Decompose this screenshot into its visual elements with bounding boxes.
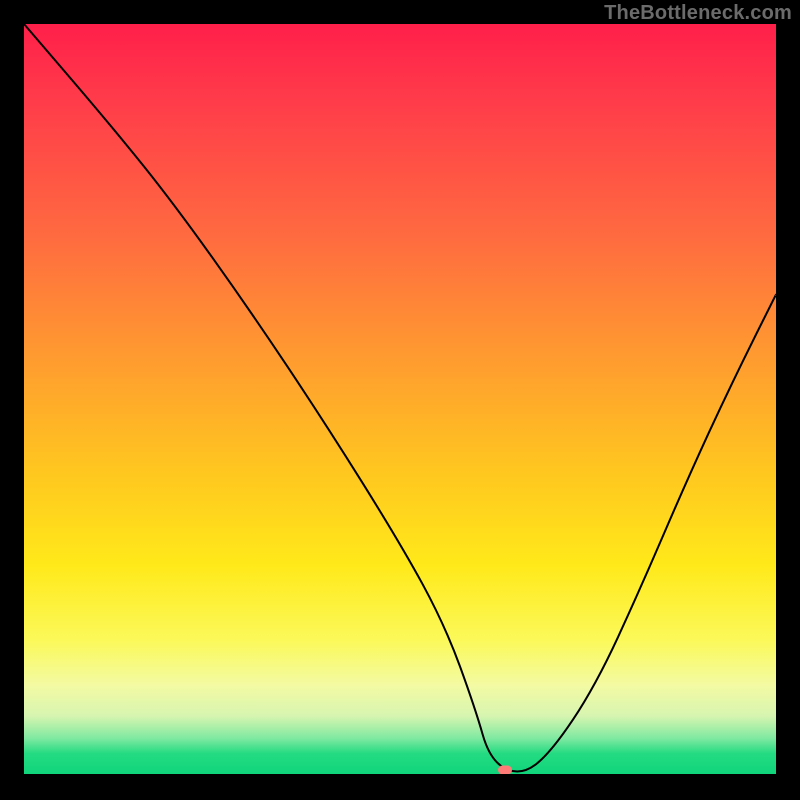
plot-background-gradient — [24, 24, 776, 776]
watermark-text: TheBottleneck.com — [604, 2, 792, 25]
chart-container: { "watermark": "TheBottleneck.com", "mar… — [0, 0, 800, 800]
x-axis — [24, 774, 776, 776]
